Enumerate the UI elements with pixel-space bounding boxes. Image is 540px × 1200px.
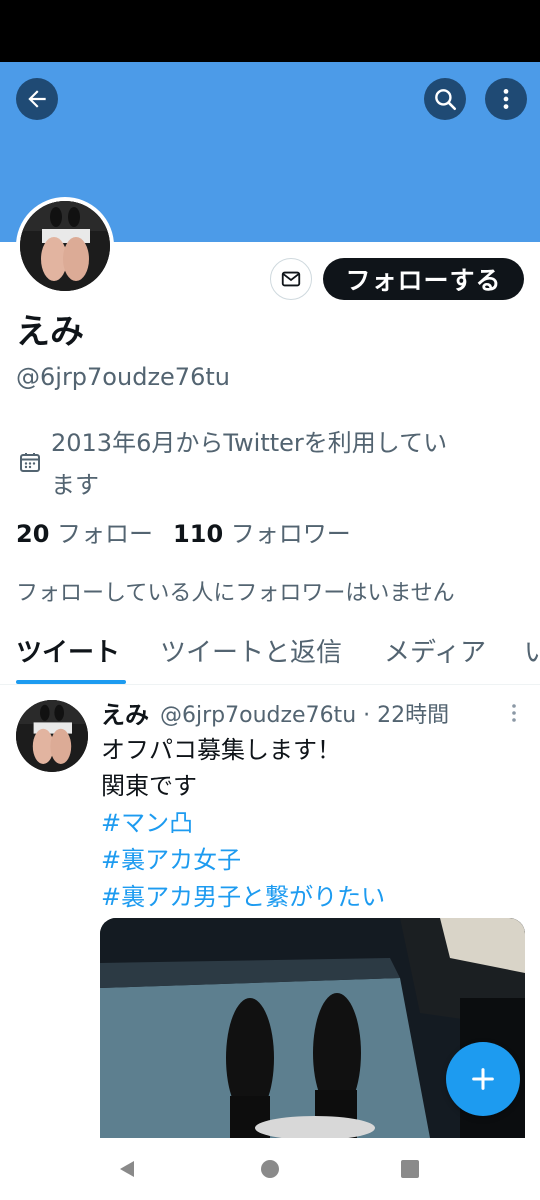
tab-tweets-and-replies[interactable]: ツイートと返信 (160, 634, 342, 672)
compose-tweet-button[interactable] (446, 1042, 520, 1116)
system-navigation-bar (0, 1138, 540, 1200)
triangle-back-icon[interactable] (116, 1158, 138, 1180)
avatar-photo (16, 700, 88, 772)
tweet-author-avatar[interactable] (16, 700, 88, 772)
joined-date: 2013年6月からTwitterを利用してい ます (51, 422, 521, 506)
tab-media[interactable]: メディア (384, 634, 486, 672)
calendar-icon (20, 453, 40, 472)
hashtag-link[interactable]: #裏アカ男子と繋がりたい (101, 879, 385, 915)
common-followers-note: フォローしている人にフォロワーはいません (16, 581, 455, 606)
following-label: フォロー (57, 520, 154, 548)
envelope-icon (281, 271, 301, 287)
square-recents-icon[interactable] (400, 1159, 420, 1179)
tab-tweets[interactable]: ツイート (16, 634, 120, 672)
arrow-left-icon (28, 90, 46, 108)
followers-count: 110 (173, 520, 224, 548)
profile-avatar[interactable] (16, 197, 114, 295)
vertical-dots-icon (503, 89, 509, 109)
follow-stats: 20 フォロー 110 フォロワー (16, 516, 351, 552)
profile-tabs: ツイート ツイートと返信 メディア い (0, 630, 540, 685)
circle-home-icon[interactable] (259, 1158, 281, 1180)
hashtag-link[interactable]: #裏アカ女子 (101, 842, 241, 878)
plus-icon (472, 1068, 494, 1090)
search-button[interactable] (424, 78, 466, 120)
joined-line-2: ます (51, 471, 99, 499)
profile-handle: @6jrp7oudze76tu (16, 363, 230, 391)
avatar-photo (20, 201, 110, 291)
followers-label: フォロワー (230, 520, 351, 548)
more-options-button[interactable] (485, 78, 527, 120)
tweet-text-line: オフパコ募集します！ (101, 736, 341, 764)
active-tab-indicator (16, 680, 126, 684)
tweet-meta: @6jrp7oudze76tu · 22時間 (160, 703, 450, 728)
following-count: 20 (16, 520, 50, 548)
back-button[interactable] (16, 78, 58, 120)
followers-link[interactable]: 110 フォロワー (173, 520, 351, 548)
tab-likes[interactable]: い (524, 634, 540, 672)
following-link[interactable]: 20 フォロー (16, 520, 153, 548)
tweet-more-icon[interactable] (506, 702, 522, 724)
follow-button[interactable]: フォローする (323, 258, 524, 300)
status-bar (0, 0, 540, 62)
joined-line-1: 2013年6月からTwitterを利用してい (51, 429, 448, 457)
hashtag-link[interactable]: #マン凸 (101, 805, 193, 841)
profile-display-name: えみ (16, 312, 84, 352)
tweet-author-name[interactable]: えみ (101, 698, 149, 732)
tweet-text-line: 関東です (101, 772, 197, 800)
message-button[interactable] (270, 258, 312, 300)
search-icon (435, 89, 457, 111)
